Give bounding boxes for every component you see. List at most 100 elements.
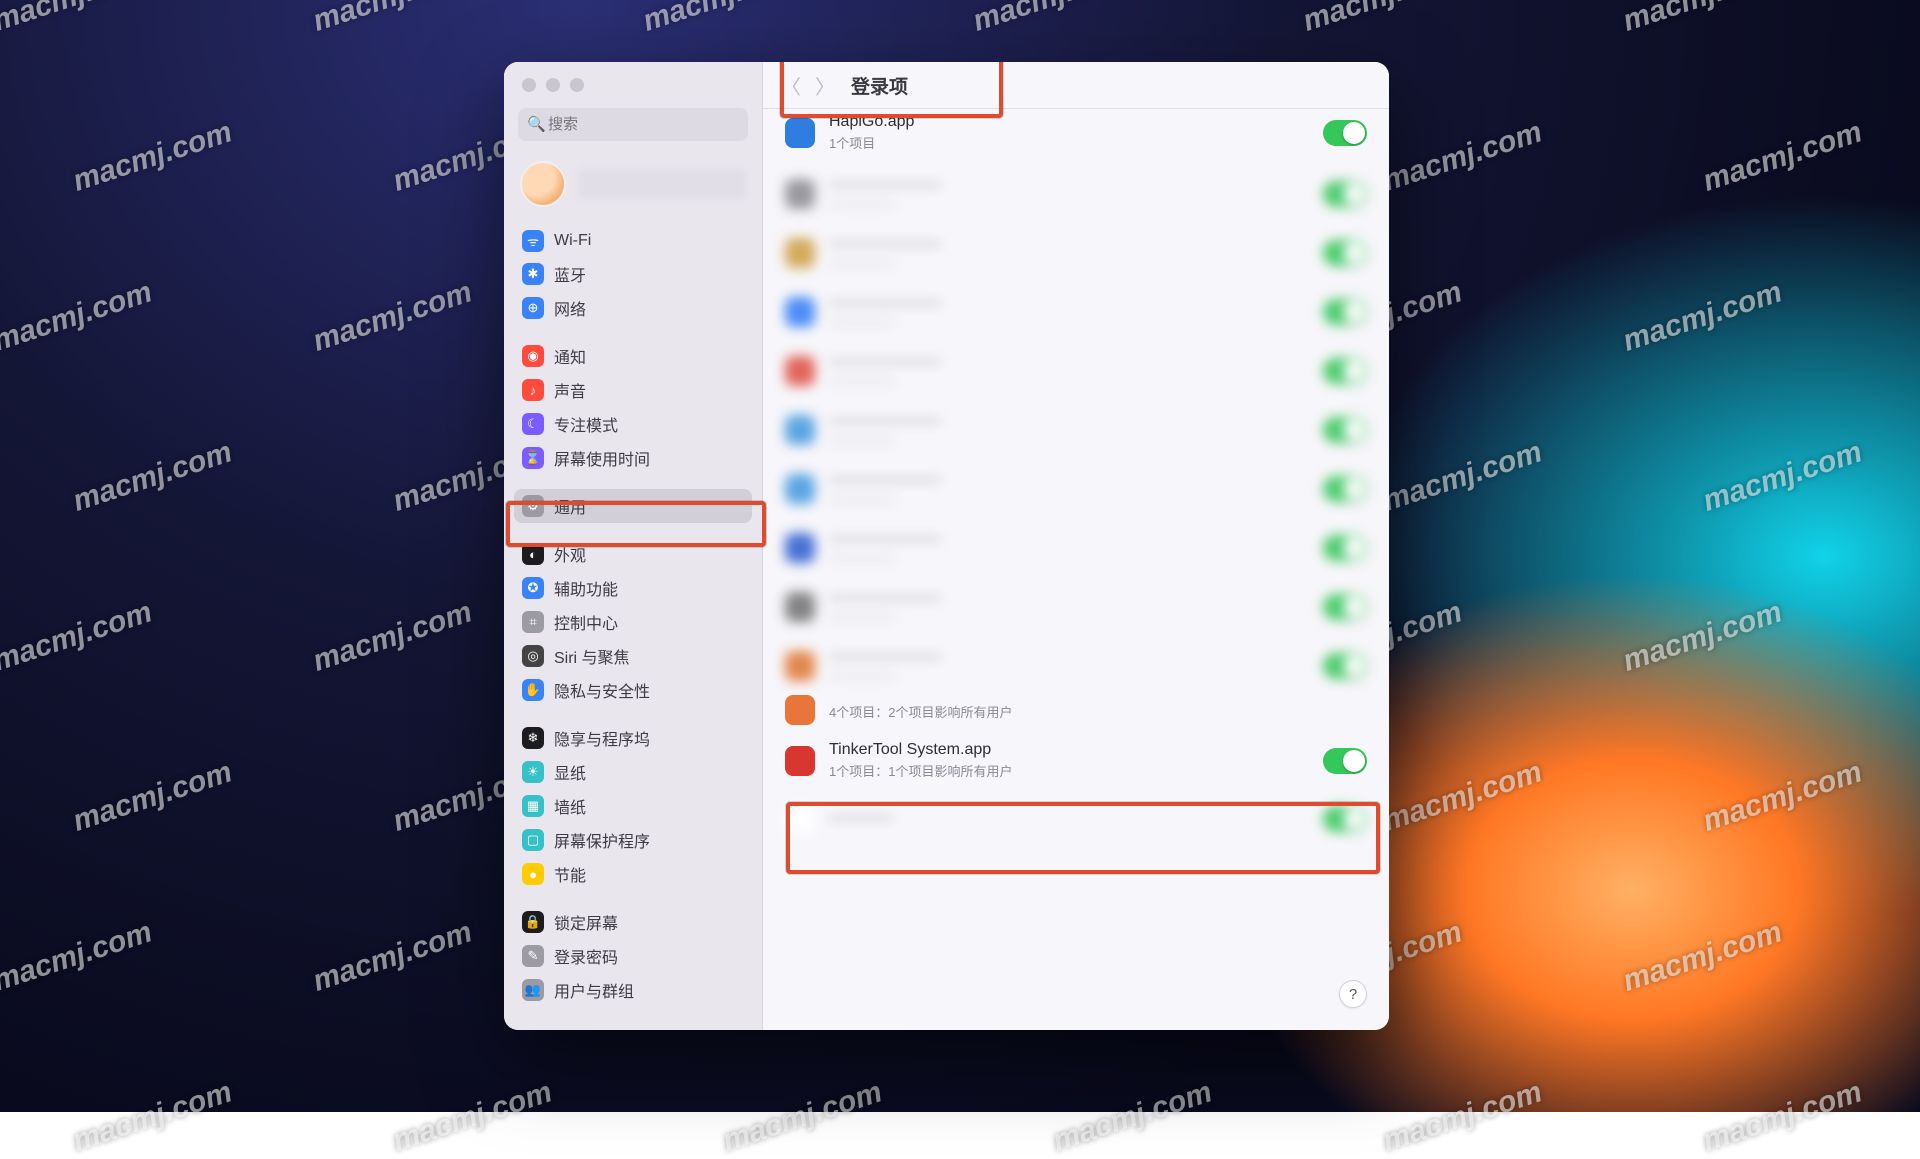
sidebar-item-通知[interactable]: ◉通知 [514, 339, 752, 373]
toggle[interactable] [1323, 476, 1367, 502]
sidebar-item-label: 节能 [554, 862, 586, 886]
forward-button[interactable]: 〉 [811, 69, 839, 102]
sidebar-item-Siri 与聚焦[interactable]: ◎ Siri 与聚焦 [514, 639, 752, 673]
toggle[interactable] [1323, 417, 1367, 443]
login-item-name: ——————— [829, 235, 1309, 253]
sidebar-item-label: 控制中心 [554, 610, 618, 634]
login-item-text: ———————————— [829, 648, 1309, 683]
login-item-name: ——————— [829, 176, 1309, 194]
login-item-sub: ————— [829, 373, 1309, 388]
toggle[interactable] [1323, 181, 1367, 207]
login-item-text: ———————————— [829, 294, 1309, 329]
content-pane: 〈 〉 登录项 HapiGo.app1个项目——————————————————… [763, 62, 1389, 1030]
sidebar-item-外观[interactable]: ◐外观 [514, 537, 752, 571]
apple-id-row[interactable] [504, 151, 762, 223]
login-item-row: ———————————— [763, 577, 1389, 636]
sidebar-item-label: 隐享与程序坞 [554, 726, 650, 750]
app-icon [785, 746, 815, 776]
sidebar-item-label: 专注模式 [554, 412, 618, 436]
sidebar-item-隐享与程序坞[interactable]: ❄隐享与程序坞 [514, 721, 752, 755]
sidebar-item-登录密码[interactable]: ✎登录密码 [514, 939, 752, 973]
sidebar-icon: ⚙ [522, 495, 544, 517]
close-icon[interactable] [522, 78, 536, 92]
app-icon [785, 415, 815, 445]
sidebar-item-墙纸[interactable]: ▦ 墙纸 [514, 789, 752, 823]
login-item-text: ———————————— [829, 235, 1309, 270]
sidebar-item-label: 隐私与安全性 [554, 678, 650, 702]
toggle[interactable] [1323, 653, 1367, 679]
login-item-name: HapiGo.app [829, 113, 1309, 131]
sidebar-icon: ☾ [522, 413, 544, 435]
sidebar-item-控制中心[interactable]: ⌗ 控制中心 [514, 605, 752, 639]
login-item-name: ——————— [829, 648, 1309, 666]
sidebar-icon: ▦ [522, 795, 544, 817]
sidebar-items: ᯤWi-Fi✱蓝牙 ⊕ 网络 ◉通知♪声音 ☾ 专注模式 ⌛屏幕使用时间 ⚙通用 ◐外观✪辅助功… [504, 223, 762, 1030]
login-item-row: ———————————— [763, 164, 1389, 223]
sidebar-item-声音[interactable]: ♪声音 [514, 373, 752, 407]
login-item-sub: 1个项目：1个项目影响所有用户 [829, 761, 1309, 780]
minimize-icon[interactable] [546, 78, 560, 92]
window-controls [504, 62, 762, 108]
login-item-name: ——————— [829, 294, 1309, 312]
toggle[interactable] [1323, 358, 1367, 384]
sidebar-item-网络[interactable]: ⊕ 网络 [514, 291, 752, 325]
sidebar-item-屏幕使用时间[interactable]: ⌛屏幕使用时间 [514, 441, 752, 475]
login-item-name: ——————— [829, 353, 1309, 371]
sidebar-item-屏幕保护程序[interactable]: ▢屏幕保护程序 [514, 823, 752, 857]
sidebar-search: 🔍 [518, 108, 748, 141]
sidebar-item-label: 显纸 [554, 760, 586, 784]
login-item-sub: ————— [829, 609, 1309, 624]
sidebar-item-label: 网络 [554, 296, 586, 320]
sidebar-icon: ✋ [522, 679, 544, 701]
back-button[interactable]: 〈 [777, 69, 805, 102]
sidebar-item-隐私与安全性[interactable]: ✋ 隐私与安全性 [514, 673, 752, 707]
login-item-sub: ————— [829, 491, 1309, 506]
sidebar-icon: ⌗ [522, 611, 544, 633]
sidebar-icon: ⊕ [522, 297, 544, 319]
sidebar-item-label: Wi-Fi [554, 232, 591, 250]
toggle[interactable] [1323, 594, 1367, 620]
login-item-row: ———————————— [763, 223, 1389, 282]
sidebar-item-label: 墙纸 [554, 794, 586, 818]
sidebar-item-锁定屏幕[interactable]: 🔒锁定屏幕 [514, 905, 752, 939]
toggle[interactable] [1323, 535, 1367, 561]
sidebar-item-label: 声音 [554, 378, 586, 402]
login-item-name: ——————— [829, 530, 1309, 548]
sidebar-item-专注模式[interactable]: ☾ 专注模式 [514, 407, 752, 441]
sidebar-item-辅助功能[interactable]: ✪辅助功能 [514, 571, 752, 605]
sidebar-icon: ◎ [522, 645, 544, 667]
toggle[interactable] [1323, 299, 1367, 325]
login-item-text: HapiGo.app 1个项目 [829, 113, 1309, 152]
sidebar-icon: ☀ [522, 761, 544, 783]
login-item-sub: ————— [829, 255, 1309, 270]
sidebar-item-显纸[interactable]: ☀ 显纸 [514, 755, 752, 789]
toggle[interactable] [1323, 240, 1367, 266]
help-button[interactable]: ? [1339, 980, 1367, 1008]
toggle[interactable] [1323, 748, 1367, 774]
toggle[interactable] [1323, 806, 1367, 832]
sidebar-item-蓝牙[interactable]: ✱蓝牙 [514, 257, 752, 291]
sidebar-icon: ✪ [522, 577, 544, 599]
sidebar-item-用户与群组[interactable]: 👥用户与群组 [514, 973, 752, 1007]
sidebar-item-节能[interactable]: ●节能 [514, 857, 752, 891]
login-item-text: TinkerTool System.app 1个项目：1个项目影响所有用户 [829, 741, 1309, 780]
login-item-sub: 1个项目 [829, 133, 1309, 152]
sidebar-item-通用[interactable]: ⚙通用 [514, 489, 752, 523]
zoom-icon[interactable] [570, 78, 584, 92]
sidebar-item-label: Siri 与聚焦 [554, 644, 630, 668]
login-item-sub: ————— [829, 550, 1309, 565]
login-item-name: TinkerTool System.app [829, 741, 1309, 759]
login-item-sub: ————— [829, 314, 1309, 329]
toggle[interactable] [1323, 120, 1367, 146]
app-icon [785, 533, 815, 563]
app-icon [785, 695, 815, 725]
sidebar-icon: ⌛ [522, 447, 544, 469]
login-item-text: ———————————— [829, 530, 1309, 565]
content-header: 〈 〉 登录项 [763, 62, 1389, 109]
sidebar-icon: 👥 [522, 979, 544, 1001]
login-item-sub: 4个项目：2个项目影响所有用户 [829, 702, 1367, 721]
sidebar-item-Wi-Fi[interactable]: ᯤWi-Fi [514, 225, 752, 257]
login-item-tinkertool: TinkerTool System.app 1个项目：1个项目影响所有用户 [763, 729, 1389, 792]
sidebar-icon: ◉ [522, 345, 544, 367]
search-input[interactable] [518, 108, 748, 141]
